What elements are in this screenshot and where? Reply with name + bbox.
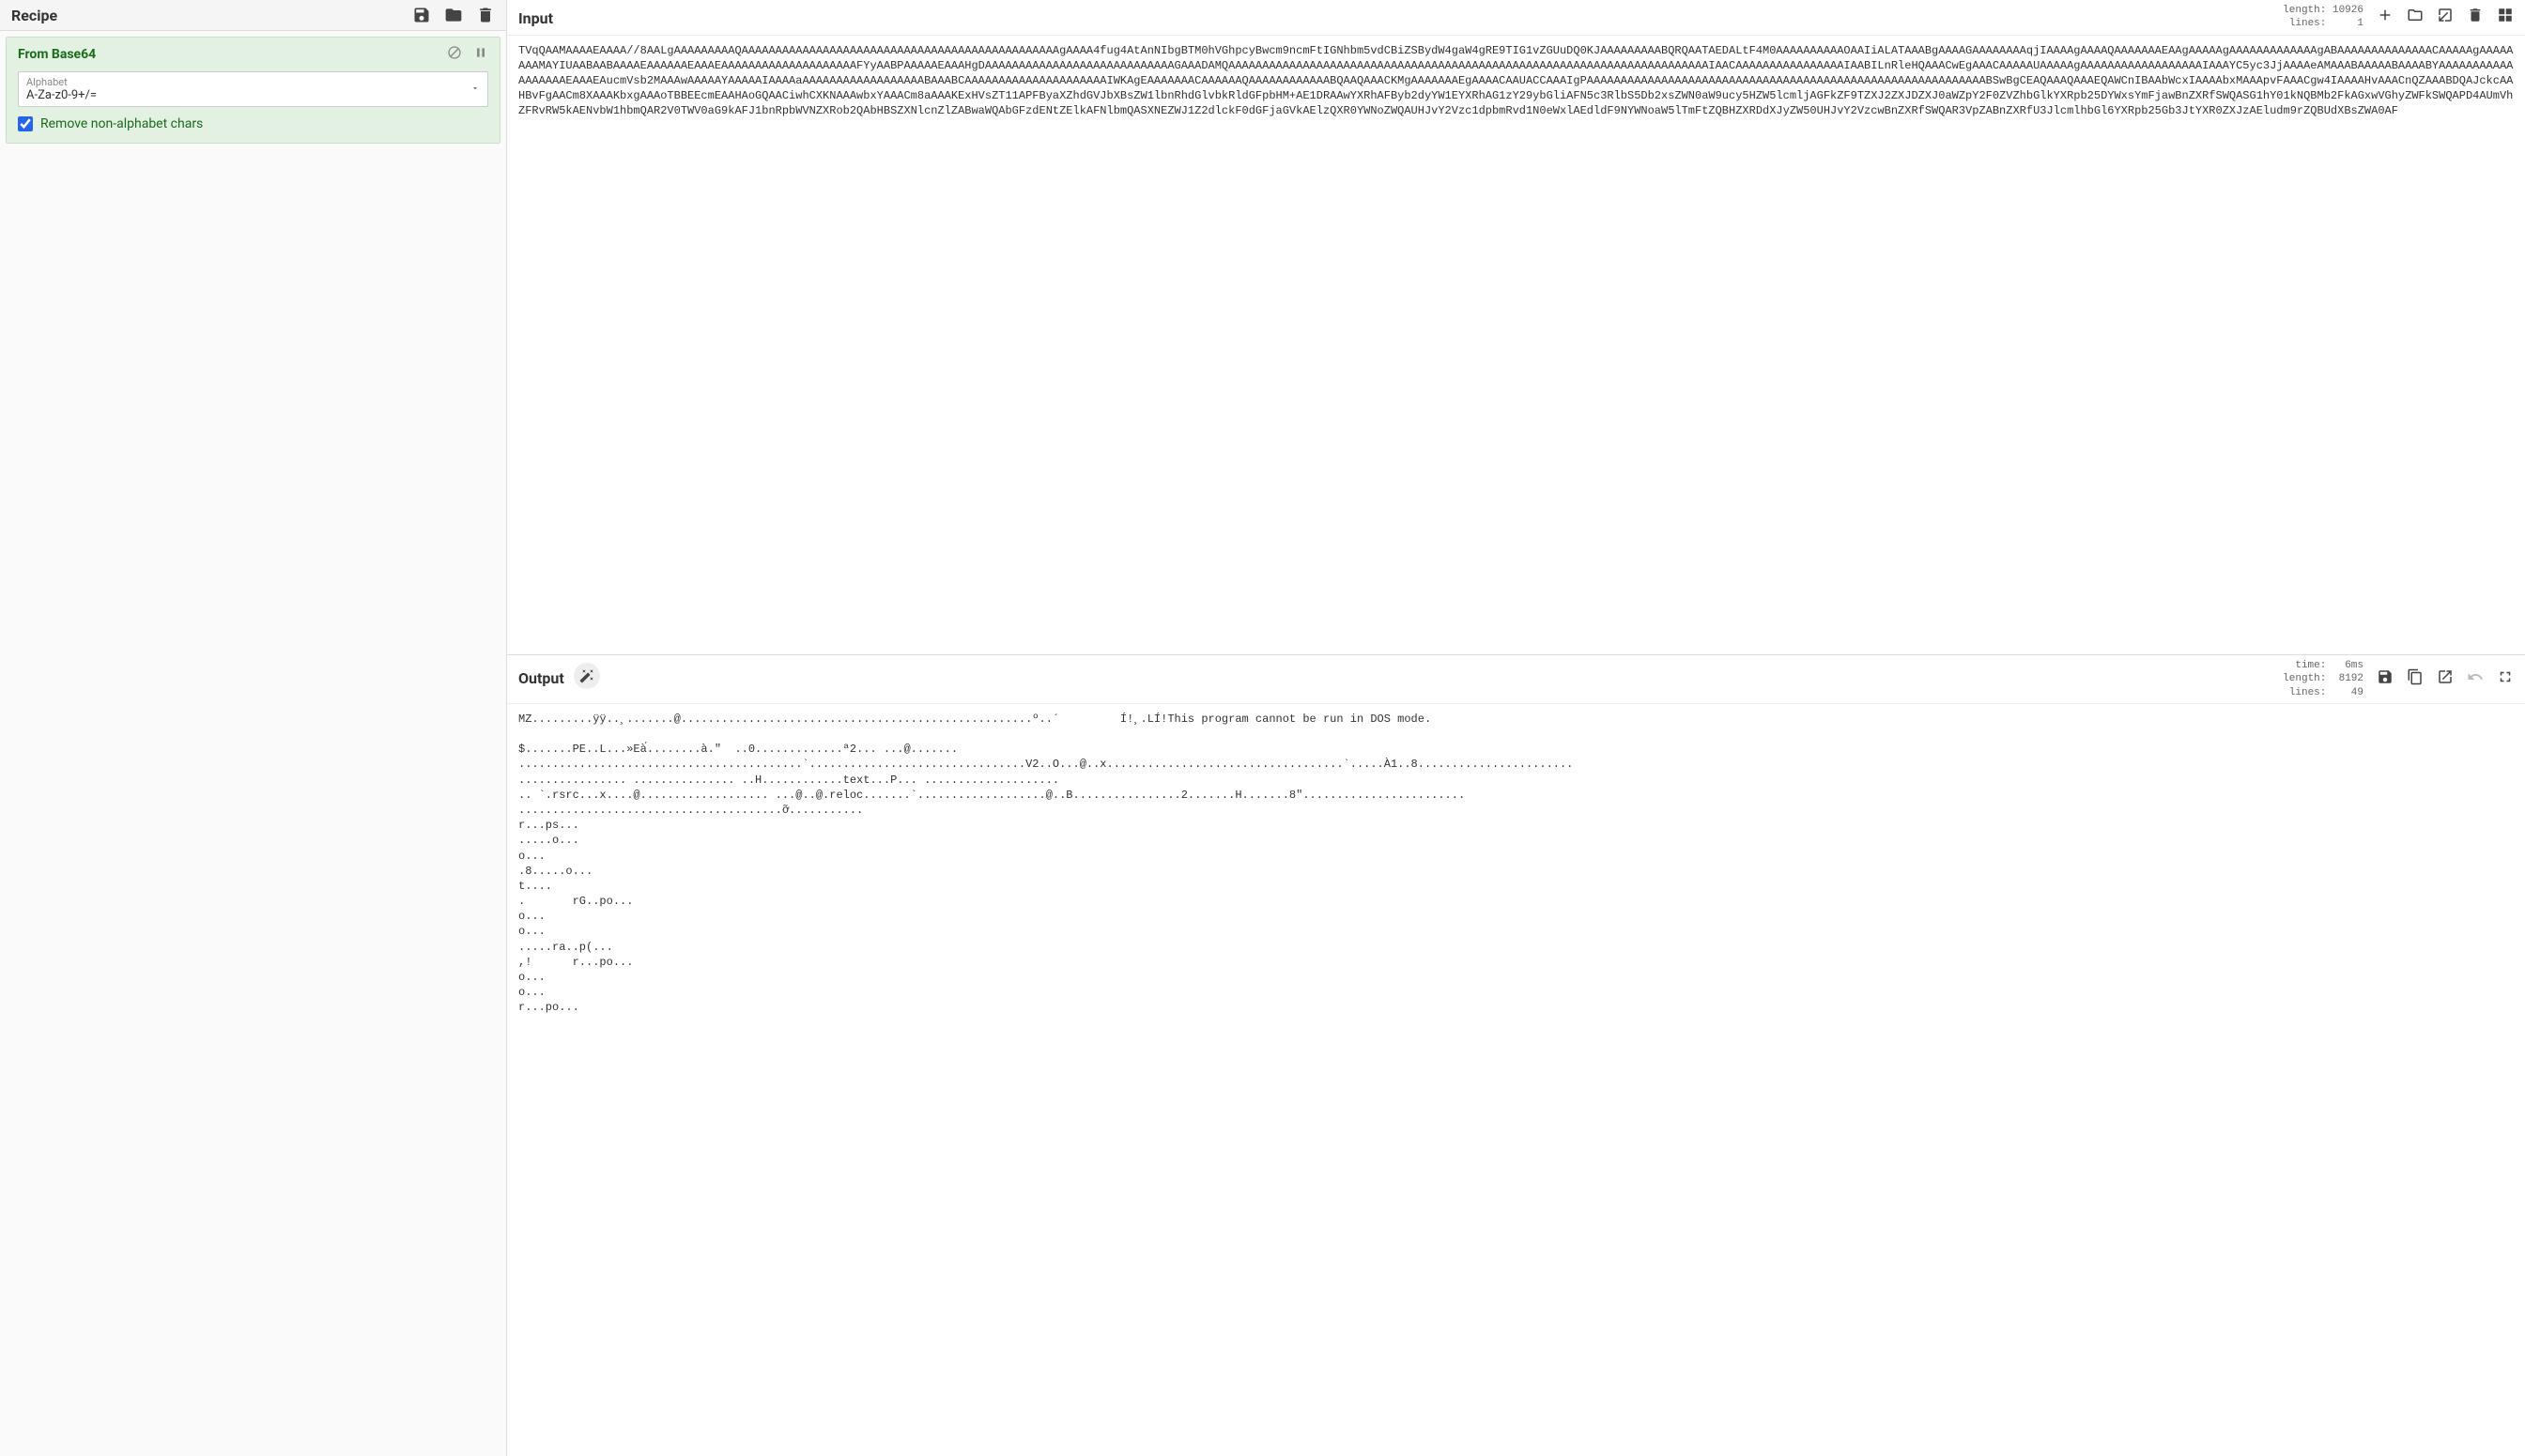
recipe-header: Recipe — [0, 0, 506, 31]
output-title: Output — [518, 664, 564, 687]
operation-header: From Base64 — [7, 38, 500, 71]
input-block: Input length: 10926 lines: 1 TVqQAAMAAAA… — [507, 0, 2525, 655]
open-folder-icon[interactable] — [2407, 7, 2424, 27]
input-textarea[interactable]: TVqQAAMAAAAEAAAA//8AALgAAAAAAAAAQAAAAAAA… — [507, 36, 2525, 654]
save-icon[interactable] — [412, 6, 431, 24]
disable-icon[interactable] — [447, 45, 462, 64]
input-title: Input — [518, 4, 553, 27]
undo-icon — [2467, 668, 2484, 689]
operation-card: From Base64 Alphabet A-Za-z0-9+/= — [6, 37, 500, 144]
alphabet-value: A-Za-z0-9+/= — [26, 88, 480, 102]
magic-icon[interactable] — [574, 663, 600, 689]
clear-input-icon[interactable] — [2467, 7, 2484, 27]
recipe-panel: Recipe From Base64 — [0, 0, 507, 1456]
add-icon[interactable] — [2377, 7, 2394, 27]
save-output-icon[interactable] — [2377, 668, 2394, 689]
delete-icon[interactable] — [476, 6, 495, 24]
copy-icon[interactable] — [2407, 668, 2424, 689]
recipe-title: Recipe — [11, 7, 57, 24]
output-header: Output time: 6ms length: 8192 lines: 49 — [507, 655, 2525, 704]
operation-name: From Base64 — [18, 47, 96, 62]
pause-icon[interactable] — [473, 45, 488, 64]
reset-layout-icon[interactable] — [2497, 7, 2514, 27]
folder-icon[interactable] — [444, 6, 463, 24]
output-block: Output time: 6ms length: 8192 lines: 49 — [507, 655, 2525, 1456]
input-tab-icon[interactable] — [2437, 7, 2454, 27]
remove-non-alpha-label[interactable]: Remove non-alphabet chars — [40, 116, 203, 131]
alphabet-label: Alphabet — [26, 76, 480, 88]
input-meta: length: 10926 lines: 1 — [2283, 4, 2363, 31]
output-textarea: MZ.........ÿÿ..¸.......@................… — [507, 704, 2525, 1456]
alphabet-field[interactable]: Alphabet A-Za-z0-9+/= — [18, 71, 488, 107]
maximize-icon[interactable] — [2497, 668, 2514, 689]
input-header: Input length: 10926 lines: 1 — [507, 0, 2525, 36]
move-output-icon[interactable] — [2437, 668, 2454, 689]
chevron-down-icon[interactable] — [470, 82, 480, 97]
io-panel: Input length: 10926 lines: 1 TVqQAAMAAAA… — [507, 0, 2525, 1456]
remove-non-alpha-checkbox[interactable] — [18, 116, 33, 131]
output-meta: time: 6ms length: 8192 lines: 49 — [2283, 659, 2363, 699]
